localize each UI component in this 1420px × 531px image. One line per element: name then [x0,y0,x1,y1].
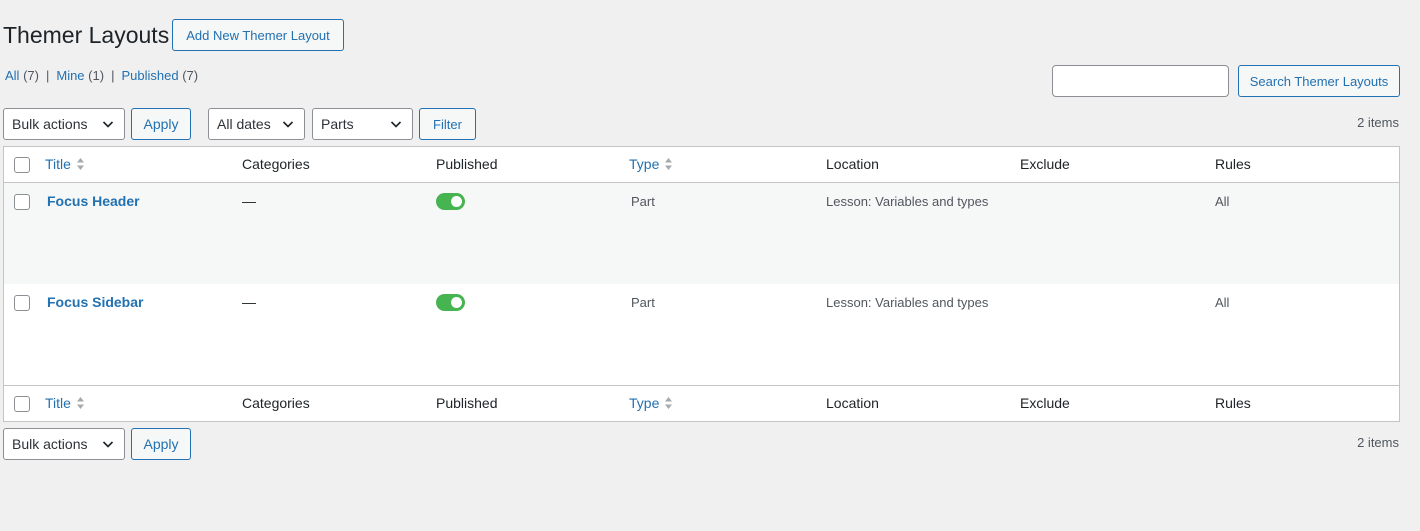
sort-arrows-icon [76,397,84,409]
row-checkbox[interactable] [14,295,30,311]
bulk-actions-value: Bulk actions [12,116,88,132]
column-exclude: Exclude [1020,156,1070,172]
column-type-label: Type [629,156,660,172]
table-row: Focus Header — Part Lesson: Variables an… [4,183,1399,284]
table-footer: Title Categories Published Type Location… [4,385,1399,421]
view-separator: | [45,68,50,83]
search-input[interactable] [1052,65,1229,97]
row-checkbox[interactable] [14,194,30,210]
row-type: Part [631,295,655,310]
published-toggle[interactable] [436,294,465,311]
bulk-actions-value: Bulk actions [12,436,88,452]
view-published-link[interactable]: Published [121,68,178,83]
bulk-actions-select-bottom[interactable]: Bulk actions [3,428,125,460]
column-exclude: Exclude [1020,395,1070,411]
view-separator: | [111,68,115,83]
items-count-bottom: 2 items [1357,435,1399,450]
dates-filter-value: All dates [217,116,271,132]
chevron-down-icon [102,121,114,128]
layouts-table: Title Categories Published Type Location… [3,146,1400,422]
table-header: Title Categories Published Type Location… [4,147,1399,183]
view-all-link[interactable]: All [5,68,19,83]
row-rules: All [1215,295,1230,310]
apply-button[interactable]: Apply [131,108,191,140]
dates-filter-select[interactable]: All dates [208,108,305,140]
column-rules: Rules [1215,156,1251,172]
column-title-label: Title [45,156,71,172]
items-count: 2 items [1357,115,1399,130]
row-categories: — [242,294,256,310]
column-title-label: Title [45,395,71,411]
sort-arrows-icon [76,158,84,170]
row-location: Lesson: Variables and types [826,295,989,310]
column-type-label: Type [629,395,660,411]
column-title-sort[interactable]: Title [45,395,85,411]
bulk-actions-select[interactable]: Bulk actions [3,108,125,140]
column-published: Published [436,156,498,172]
select-all-checkbox[interactable] [14,396,30,412]
row-title-link[interactable]: Focus Sidebar [47,294,143,310]
column-rules: Rules [1215,395,1251,411]
chevron-down-icon [102,441,114,448]
column-location: Location [826,156,879,172]
type-filter-select[interactable]: Parts [312,108,413,140]
apply-button-bottom[interactable]: Apply [131,428,191,460]
column-location: Location [826,395,879,411]
sort-arrows-icon [665,397,673,409]
column-categories: Categories [242,395,310,411]
column-title-sort[interactable]: Title [45,156,85,172]
view-mine-count: (1) [88,68,105,83]
row-location: Lesson: Variables and types [826,194,989,209]
view-mine-link[interactable]: Mine [56,68,84,83]
view-filters: All (7) | Mine (1) | Published (7) [5,68,198,83]
search-button[interactable]: Search Themer Layouts [1238,65,1400,97]
select-all-checkbox[interactable] [14,157,30,173]
row-title-link[interactable]: Focus Header [47,193,140,209]
chevron-down-icon [390,121,402,128]
row-rules: All [1215,194,1230,209]
column-categories: Categories [242,156,310,172]
row-categories: — [242,193,256,209]
row-type: Part [631,194,655,209]
chevron-down-icon [282,121,294,128]
column-published: Published [436,395,498,411]
table-row: Focus Sidebar — Part Lesson: Variables a… [4,284,1399,385]
view-published-count: (7) [182,68,199,83]
column-type-sort[interactable]: Type [629,156,673,172]
sort-arrows-icon [665,158,673,170]
view-all-count: (7) [23,68,39,83]
type-filter-value: Parts [321,116,354,132]
page-title: Themer Layouts [3,22,170,48]
column-type-sort[interactable]: Type [629,395,673,411]
add-new-layout-button[interactable]: Add New Themer Layout [172,19,344,51]
published-toggle[interactable] [436,193,465,210]
filter-button[interactable]: Filter [419,108,476,140]
